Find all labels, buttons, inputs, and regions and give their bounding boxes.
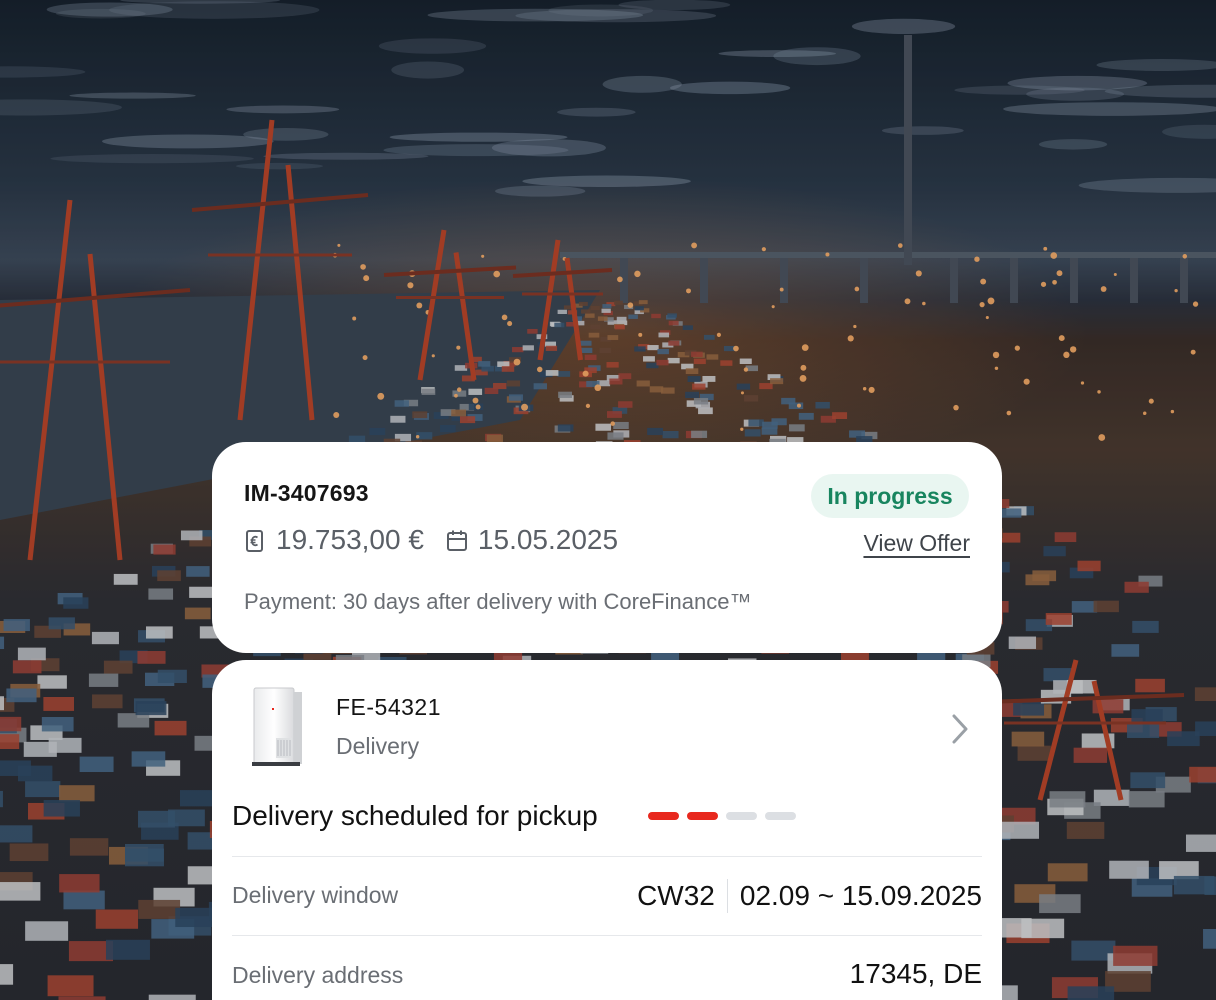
delivery-progress-indicator — [648, 812, 796, 820]
battery-storage-unit-image — [250, 686, 306, 768]
delivery-window-value: CW32 02.09 ~ 15.09.2025 — [637, 879, 982, 913]
separator — [726, 879, 728, 913]
product-id: FE-54321 — [336, 694, 442, 720]
offer-amount: 19.753,00 € — [276, 524, 424, 555]
progress-step — [648, 812, 679, 820]
delivery-address-value: 17345, DE — [849, 958, 982, 989]
delivery-window-label: Delivery window — [232, 882, 399, 908]
progress-step — [687, 812, 718, 820]
offer-id: IM-3407693 — [244, 480, 369, 506]
delivery-status-text: Delivery scheduled for pickup — [232, 800, 598, 831]
offer-meta-row: 19.753,00 € 15.05.2025 — [244, 522, 618, 558]
progress-step — [726, 812, 757, 820]
offer-date: 15.05.2025 — [477, 524, 619, 555]
divider — [232, 856, 982, 857]
calendar-icon — [446, 528, 468, 552]
view-offer-link[interactable]: View Offer — [863, 530, 970, 557]
delivery-date-range: 02.09 ~ 15.09.2025 — [739, 880, 982, 911]
calendar-week: CW32 — [637, 880, 715, 911]
divider — [232, 935, 982, 936]
delivery-card: FE-54321 Delivery Delivery scheduled for… — [212, 660, 1002, 1000]
invoice-euro-icon — [244, 528, 266, 552]
status-badge: In progress — [811, 474, 969, 518]
delivery-address-label: Delivery address — [232, 962, 404, 988]
payment-terms: Payment: 30 days after delivery with Cor… — [244, 589, 752, 614]
progress-step — [765, 812, 796, 820]
chevron-right-icon[interactable] — [948, 712, 972, 746]
offer-card[interactable]: IM-3407693 In progress 19.753,00 € 15.05… — [212, 442, 1002, 653]
product-type: Delivery — [336, 733, 420, 759]
